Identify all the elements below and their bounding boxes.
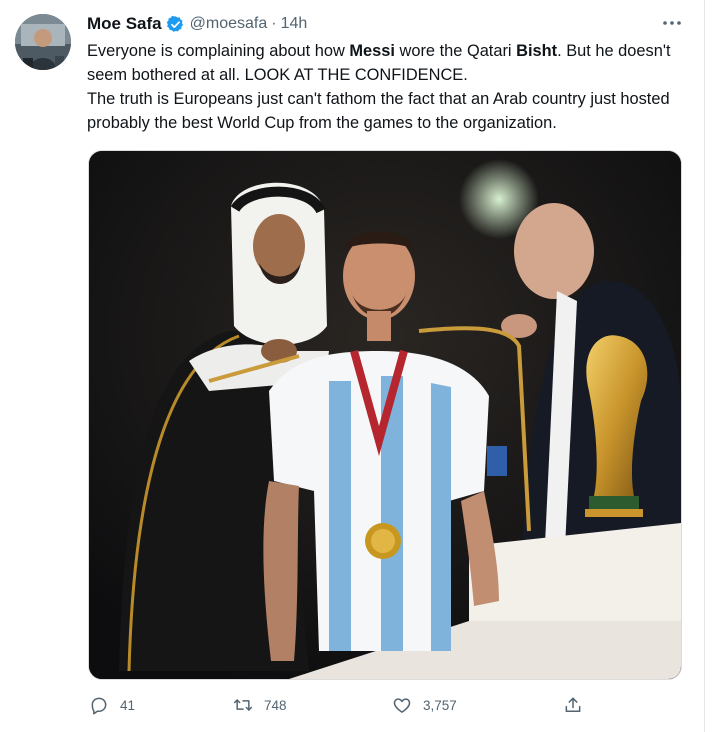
text-segment: Everyone is complaining about how [87, 42, 350, 60]
tweet-photo[interactable] [88, 150, 682, 680]
retweet-icon [232, 694, 254, 716]
avatar[interactable] [15, 14, 71, 70]
retweet-button[interactable]: 748 [232, 692, 287, 718]
like-icon [391, 694, 413, 716]
separator-dot: · [271, 15, 277, 32]
retweet-count: 748 [264, 697, 287, 713]
display-name[interactable]: Moe Safa [87, 14, 162, 34]
text-segment: wore the Qatari [394, 42, 517, 60]
tweet-actions: 41 748 3,757 [88, 692, 588, 718]
tweet-header: Moe Safa @moesafa · 14h [87, 12, 307, 36]
like-count: 3,757 [423, 697, 457, 713]
reply-icon [88, 694, 110, 716]
verified-badge-icon [166, 15, 185, 34]
tweet-text: Everyone is complaining about how Messi … [87, 39, 687, 135]
share-button[interactable] [562, 692, 584, 718]
tweet-paragraph-1: Everyone is complaining about how Messi … [87, 39, 687, 87]
like-button[interactable]: 3,757 [391, 692, 457, 718]
reply-count: 41 [120, 697, 136, 713]
tweet-paragraph-2: The truth is Europeans just can't fathom… [87, 90, 670, 132]
handle[interactable]: @moesafa [190, 15, 268, 33]
more-options-icon[interactable] [660, 12, 684, 34]
bold-word-messi: Messi [349, 42, 395, 60]
tweet-card[interactable]: Moe Safa @moesafa · 14h Everyone is comp… [0, 0, 705, 732]
bold-word-bisht: Bisht [516, 42, 558, 60]
timestamp[interactable]: 14h [281, 15, 308, 33]
share-icon [562, 694, 584, 716]
reply-button[interactable]: 41 [88, 692, 135, 718]
